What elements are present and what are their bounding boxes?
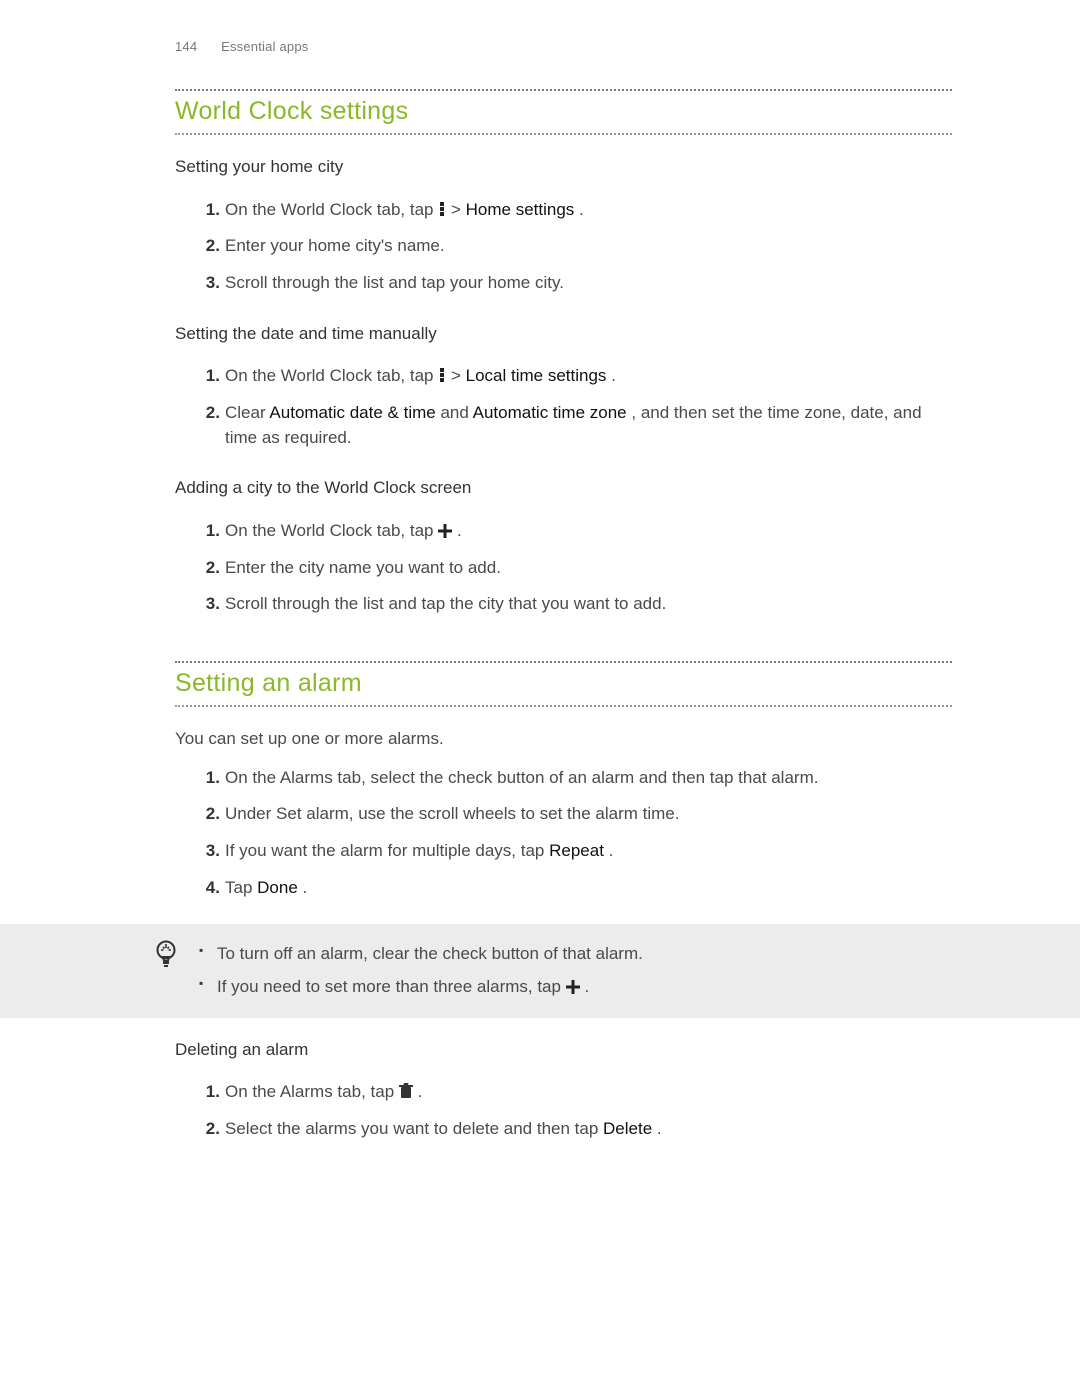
- step: On the World Clock tab, tap .: [175, 513, 952, 550]
- plus-icon: [438, 524, 452, 538]
- step: On the Alarms tab, select the check butt…: [175, 760, 952, 797]
- steps-add-city: On the World Clock tab, tap . Enter the …: [175, 513, 952, 623]
- page-number: 144: [175, 39, 197, 54]
- steps-alarm: On the Alarms tab, select the check butt…: [175, 760, 952, 907]
- keyword: Done: [257, 878, 298, 897]
- keyword: Automatic time zone: [473, 403, 627, 422]
- step: Scroll through the list and tap your hom…: [175, 265, 952, 302]
- intro-text: You can set up one or more alarms.: [175, 727, 952, 752]
- step: Enter your home city's name.: [175, 228, 952, 265]
- plus-icon: [566, 980, 580, 994]
- trash-icon: [399, 1083, 413, 1099]
- subheading-delete-alarm: Deleting an alarm: [175, 1038, 952, 1063]
- tip-item: To turn off an alarm, clear the check bu…: [199, 938, 952, 971]
- step: If you want the alarm for multiple days,…: [175, 833, 952, 870]
- divider: [175, 133, 952, 135]
- keyword: Home settings: [466, 200, 575, 219]
- step: On the World Clock tab, tap > Local time…: [175, 358, 952, 395]
- section-title-world-clock: World Clock settings: [175, 93, 952, 129]
- more-icon: [438, 201, 446, 217]
- step: Clear Automatic date & time and Automati…: [175, 395, 952, 456]
- section-title-alarm: Setting an alarm: [175, 665, 952, 701]
- tip-list: To turn off an alarm, clear the check bu…: [175, 938, 952, 1003]
- tip-item: If you need to set more than three alarm…: [199, 971, 952, 1004]
- step: Enter the city name you want to add.: [175, 550, 952, 587]
- section-label: Essential apps: [221, 39, 308, 54]
- steps-home-city: On the World Clock tab, tap > Home setti…: [175, 192, 952, 302]
- keyword: Automatic date & time: [269, 403, 435, 422]
- subheading-home-city: Setting your home city: [175, 155, 952, 180]
- subheading-date-time: Setting the date and time manually: [175, 322, 952, 347]
- keyword: Local time settings: [466, 366, 607, 385]
- subheading-add-city: Adding a city to the World Clock screen: [175, 476, 952, 501]
- lightbulb-icon: [155, 940, 177, 976]
- step: On the World Clock tab, tap > Home setti…: [175, 192, 952, 229]
- more-icon: [438, 367, 446, 383]
- divider: [175, 705, 952, 707]
- page: 144 Essential apps World Clock settings …: [0, 0, 1080, 1397]
- step: Scroll through the list and tap the city…: [175, 586, 952, 623]
- divider: [175, 661, 952, 663]
- keyword: Repeat: [549, 841, 604, 860]
- running-header: 144 Essential apps: [175, 38, 952, 57]
- step: On the Alarms tab, tap .: [175, 1074, 952, 1111]
- step: Select the alarms you want to delete and…: [175, 1111, 952, 1148]
- divider: [175, 89, 952, 91]
- steps-delete-alarm: On the Alarms tab, tap . Select the alar…: [175, 1074, 952, 1147]
- step: Under Set alarm, use the scroll wheels t…: [175, 796, 952, 833]
- tip-box: To turn off an alarm, clear the check bu…: [0, 924, 1080, 1017]
- step: Tap Done .: [175, 870, 952, 907]
- keyword: Delete: [603, 1119, 652, 1138]
- steps-date-time: On the World Clock tab, tap > Local time…: [175, 358, 952, 456]
